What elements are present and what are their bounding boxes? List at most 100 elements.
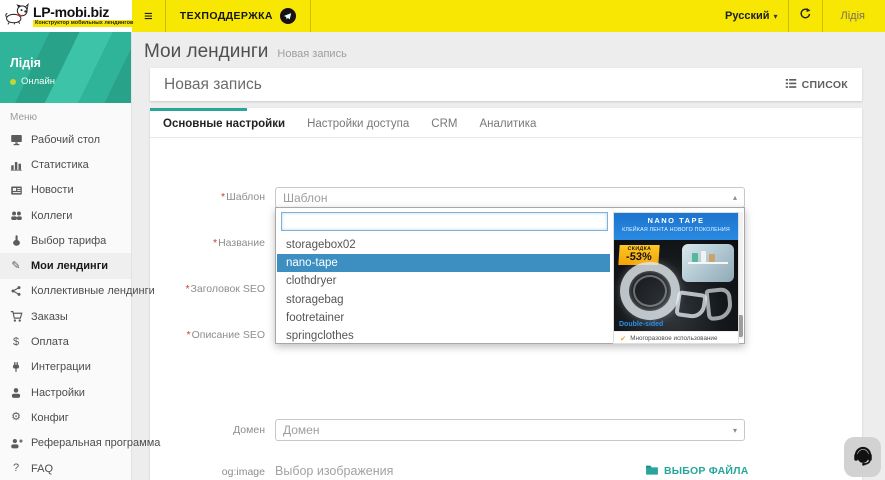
domain-select[interactable]: Домен ▾: [275, 419, 745, 441]
support-label: ТЕХПОДДЕРЖКА: [180, 10, 273, 22]
sidebar-item-label: Мои лендинги: [31, 260, 108, 272]
sidebar-item-label: Выбор тарифа: [31, 235, 106, 247]
faq-icon: ?: [9, 463, 23, 474]
template-preview-image: NANO TAPE КЛЕЙКАЯ ЛЕНТА НОВОГО ПОКОЛЕНИЯ…: [613, 212, 739, 344]
chevron-up-icon: ▴: [733, 193, 737, 202]
sidebar-profile: Лідія Онлайн: [0, 32, 131, 103]
preview-inset-photo: [682, 244, 734, 282]
sidebar-item-label: Интеграции: [31, 361, 91, 373]
sidebar-item-collective-landings[interactable]: Коллективные лендинги: [0, 279, 131, 304]
refresh-button[interactable]: [789, 0, 822, 32]
topbar: LP-mobi.biz Конструктор мобильных лендин…: [0, 0, 885, 32]
og-image-placeholder: Выбор изображения: [275, 464, 393, 478]
payment-icon: $: [9, 337, 23, 348]
option-nano-tape[interactable]: nano-tape: [277, 254, 610, 272]
template-select-placeholder: Шаблон: [283, 191, 327, 205]
logo-subtitle: Конструктор мобильных лендингов: [33, 20, 135, 28]
sidebar-item-label: Статистика: [31, 159, 89, 171]
sidebar-item-news[interactable]: Новости: [0, 178, 131, 203]
integrations-icon: [9, 361, 23, 373]
tab-crm[interactable]: CRM: [420, 118, 468, 130]
list-button[interactable]: СПИСОК: [785, 78, 848, 92]
sidebar-item-integrations[interactable]: Интеграции: [0, 355, 131, 380]
template-options: storagebox02 nano-tape clothdryer storag…: [277, 236, 610, 345]
sidebar-item-faq[interactable]: ? FAQ: [0, 456, 131, 480]
og-image-input[interactable]: Выбор изображения: [275, 460, 628, 480]
field-label-seo-title: *Заголовок SEO: [150, 283, 265, 295]
template-search-input[interactable]: [281, 212, 608, 231]
field-label-domain: Домен: [150, 424, 265, 436]
sidebar-item-config[interactable]: ⚙ Конфиг: [0, 405, 131, 430]
sidebar-item-label: Настройки: [31, 387, 85, 399]
topbar-username: Лідія: [833, 10, 875, 22]
tape-roll-graphic: [620, 262, 680, 320]
headset-icon: [849, 441, 877, 474]
support-button[interactable]: ТЕХПОДДЕРЖКА: [166, 0, 310, 32]
chevron-down-icon: ▾: [733, 426, 737, 435]
tab-analytics[interactable]: Аналитика: [468, 118, 547, 130]
main-content: Мои лендинги Новая запись Новая запись С…: [132, 32, 885, 480]
sidebar-item-payment[interactable]: $ Оплата: [0, 329, 131, 354]
field-label-name: *Название: [150, 237, 265, 249]
active-tab-indicator: [150, 108, 247, 111]
chevron-down-icon: ▾: [774, 12, 778, 21]
tape-strip-graphic: [704, 287, 733, 322]
sidebar-item-colleagues[interactable]: Коллеги: [0, 203, 131, 228]
user-menu[interactable]: Лідія: [823, 0, 885, 32]
folder-icon: [645, 464, 659, 478]
sidebar-item-label: Конфиг: [31, 412, 69, 424]
preview-header: NANO TAPE КЛЕЙКАЯ ЛЕНТА НОВОГО ПОКОЛЕНИЯ: [614, 213, 738, 240]
config-gear-icon: ⚙: [9, 412, 23, 423]
preview-title: NANO TAPE: [614, 216, 738, 225]
app-screen: LP-mobi.biz Конструктор мобильных лендин…: [0, 0, 885, 480]
choose-file-button[interactable]: ВЫБОР ФАЙЛА: [645, 464, 748, 478]
sidebar-item-label: Коллеги: [31, 210, 72, 222]
tariff-icon: [9, 234, 23, 247]
field-label-seo-description: *Описание SEO: [150, 329, 265, 341]
option-springclothes[interactable]: springclothes: [277, 327, 610, 345]
language-selector[interactable]: Русский ▾: [715, 0, 787, 32]
page-header: Мои лендинги Новая запись: [132, 32, 885, 63]
share-icon: [9, 285, 23, 297]
sidebar-item-label: Рабочий стол: [31, 134, 100, 146]
tab-bar: Основные настройки Настройки доступа CRM…: [150, 108, 862, 138]
stats-icon: [9, 158, 23, 171]
sidebar-item-label: FAQ: [31, 463, 53, 475]
page-title: Мои лендинги: [144, 41, 268, 63]
sidebar-item-tariff[interactable]: Выбор тарифа: [0, 228, 131, 253]
template-select[interactable]: Шаблон ▴: [275, 187, 745, 208]
sidebar-item-settings[interactable]: Настройки: [0, 380, 131, 405]
sidebar: Лідія Онлайн Меню Рабочий стол Статистик…: [0, 32, 132, 480]
sidebar-item-label: Коллективные лендинги: [31, 285, 155, 297]
profile-name: Лідія: [10, 56, 131, 70]
hamburger-icon[interactable]: ≡: [132, 0, 165, 32]
sidebar-item-label: Заказы: [31, 311, 68, 323]
check-icon: ✔: [620, 334, 626, 343]
tab-access-settings[interactable]: Настройки доступа: [296, 118, 420, 130]
menu-label: Меню: [0, 103, 131, 127]
sidebar-item-orders[interactable]: Заказы: [0, 304, 131, 329]
record-card-header: Новая запись СПИСОК: [150, 68, 862, 101]
language-label: Русский: [725, 10, 769, 22]
sidebar-item-desktop[interactable]: Рабочий стол: [0, 127, 131, 152]
news-icon: [9, 184, 23, 197]
logo[interactable]: LP-mobi.biz Конструктор мобильных лендин…: [0, 0, 132, 32]
sidebar-item-statistics[interactable]: Статистика: [0, 152, 131, 177]
sidebar-menu: Рабочий стол Статистика Новости Коллеги …: [0, 127, 131, 480]
sidebar-item-my-landings[interactable]: ✎ Мои лендинги: [0, 253, 131, 278]
tab-main-settings[interactable]: Основные настройки: [152, 118, 296, 130]
option-storagebag[interactable]: storagebag: [277, 291, 610, 309]
option-storagebox02[interactable]: storagebox02: [277, 236, 610, 254]
option-footretainer[interactable]: footretainer: [277, 309, 610, 327]
choose-file-label: ВЫБОР ФАЙЛА: [664, 465, 748, 477]
colleagues-icon: [9, 209, 23, 222]
profile-status: Онлайн: [21, 76, 55, 87]
support-chat-widget[interactable]: [844, 437, 881, 477]
referral-icon: [9, 437, 23, 450]
my-landings-icon: ✎: [9, 261, 23, 272]
option-clothdryer[interactable]: clothdryer: [277, 272, 610, 290]
sidebar-item-label: Оплата: [31, 336, 69, 348]
sidebar-item-referral[interactable]: Реферальная программа: [0, 431, 131, 456]
list-icon: [785, 78, 797, 92]
desktop-icon: [9, 133, 23, 146]
